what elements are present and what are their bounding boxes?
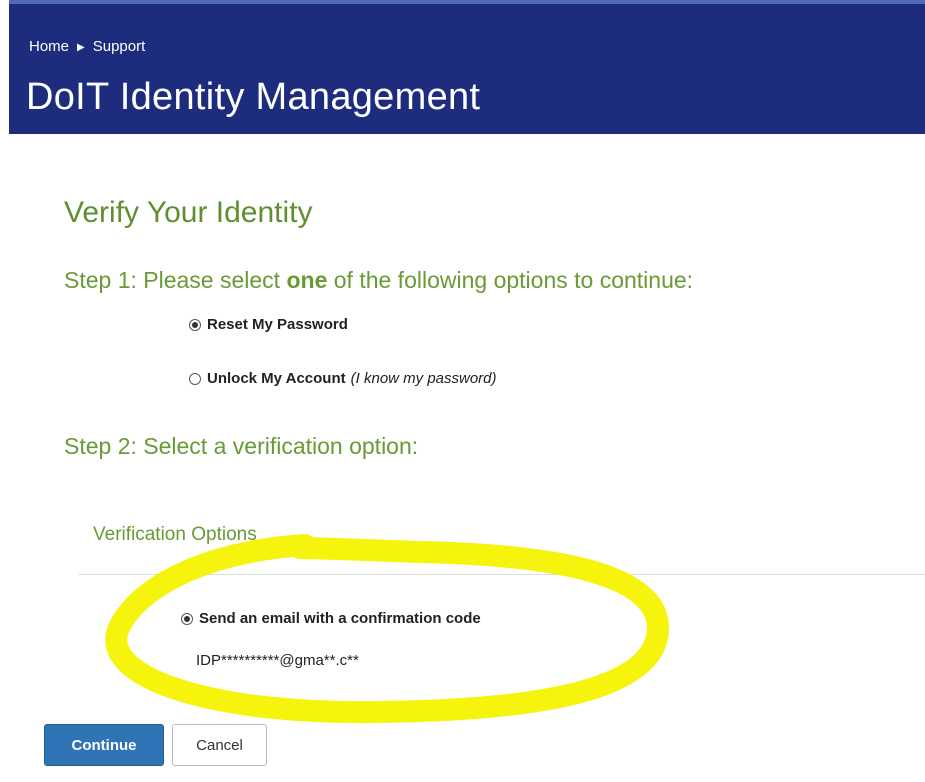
breadcrumb: Home ▶ Support	[29, 38, 145, 55]
masked-email-address: IDP**********@gma**.c**	[196, 652, 359, 669]
reset-password-option[interactable]: Reset My Password	[189, 316, 348, 333]
send-email-option[interactable]: Send an email with a confirmation code	[181, 610, 481, 627]
step1-heading-prefix: Step 1: Please select	[64, 267, 287, 293]
reset-password-label: Reset My Password	[207, 316, 348, 333]
step1-heading-suffix: of the following options to continue:	[327, 267, 694, 293]
breadcrumb-support-link[interactable]: Support	[93, 38, 146, 55]
unlock-account-note: (I know my password)	[350, 370, 497, 387]
continue-button[interactable]: Continue	[44, 724, 164, 766]
step1-heading-emphasis: one	[286, 267, 328, 293]
page-header-title: DoIT Identity Management	[26, 76, 481, 118]
verify-identity-heading: Verify Your Identity	[64, 196, 313, 229]
step2-heading: Step 2: Select a verification option:	[64, 433, 419, 459]
unlock-account-option[interactable]: Unlock My Account (I know my password)	[189, 370, 497, 387]
breadcrumb-home-link[interactable]: Home	[29, 38, 69, 55]
verification-options-label: Verification Options	[93, 524, 257, 545]
step1-heading: Step 1: Please select one of the followi…	[64, 267, 693, 294]
unlock-account-radio[interactable]	[189, 372, 201, 385]
unlock-account-label: Unlock My Account	[207, 370, 346, 387]
send-email-radio[interactable]	[181, 612, 193, 625]
page: Home ▶ Support DoIT Identity Management Ve…	[0, 0, 925, 782]
reset-password-radio[interactable]	[189, 318, 201, 331]
cancel-button[interactable]: Cancel	[172, 724, 267, 766]
section-divider	[78, 574, 925, 575]
site-header: Home ▶ Support DoIT Identity Management	[9, 0, 925, 134]
send-email-label: Send an email with a confirmation code	[199, 610, 481, 627]
breadcrumb-separator-icon: ▶	[77, 42, 85, 53]
